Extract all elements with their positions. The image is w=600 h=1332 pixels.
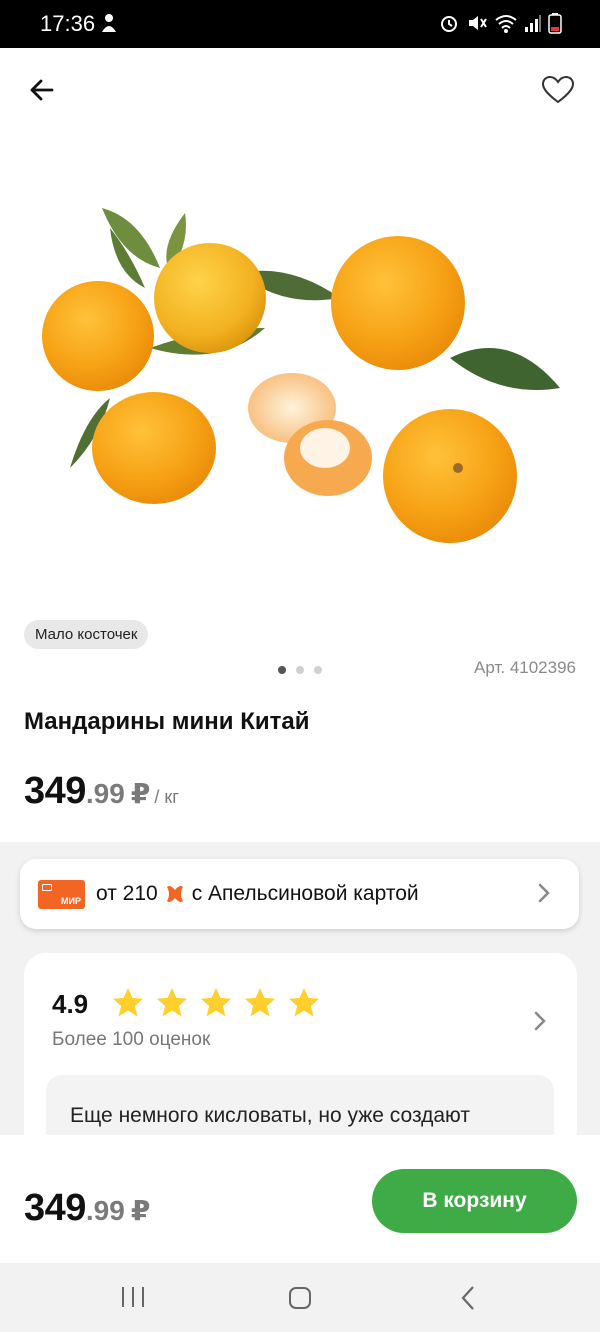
wifi-icon (495, 15, 517, 33)
price-unit: / кг (154, 787, 179, 807)
star-icon (289, 988, 319, 1017)
sku: Арт. 4102396 (474, 658, 576, 677)
price-integer: 349 (24, 770, 86, 812)
offer-suffix: с Апельсиновой картой (191, 882, 419, 905)
tag-chip: Мало косточек (24, 620, 149, 649)
system-nav-bar (0, 1263, 600, 1332)
bottom-price-decimal: .99 (85, 1195, 125, 1226)
bottom-price-currency: ₽ (130, 1195, 151, 1226)
rating-card[interactable]: 4.9 Более 100 оценок Еще немного кислова… (24, 953, 577, 1165)
price-currency: ₽ (130, 778, 151, 809)
arrow-left-icon (30, 79, 54, 101)
mute-icon (469, 16, 487, 30)
card-offer[interactable]: МИР от 210 с Апельсиновой картой (20, 859, 579, 929)
chevron-right-icon (534, 1011, 546, 1031)
back-nav-icon[interactable] (460, 1285, 476, 1316)
price: 349 .99 ₽ / кг (24, 770, 179, 813)
signal-icon (525, 15, 541, 32)
recents-icon[interactable] (120, 1286, 146, 1313)
bottom-price: 349 .99 ₽ (24, 1187, 150, 1230)
star-icon (201, 988, 231, 1017)
alarm-icon (441, 16, 457, 32)
orange-x-icon (166, 886, 183, 902)
rating-stars (110, 985, 322, 1021)
mir-card-icon: МИР (38, 880, 85, 909)
star-icon (157, 988, 187, 1017)
rating-value: 4.9 (52, 989, 89, 1019)
product-image[interactable] (30, 178, 570, 548)
carousel-dot[interactable] (296, 666, 304, 674)
status-time: 17:36 (40, 11, 96, 36)
bottom-price-integer: 349 (24, 1187, 86, 1229)
heart-outline-icon (541, 75, 575, 104)
offer-text: от 210 с Апельсиновой картой (96, 882, 419, 906)
battery-icon (548, 13, 562, 34)
rating-count: Более 100 оценок (52, 1029, 211, 1050)
back-button[interactable] (22, 70, 62, 110)
bottom-bar: 349 .99 ₽ В корзину (0, 1135, 600, 1263)
star-icon (113, 988, 143, 1017)
carousel-dot-active[interactable] (278, 666, 286, 674)
review-text: Еще немного кисловаты, но уже создают (70, 1104, 470, 1127)
product-title: Мандарины мини Китай (24, 708, 310, 735)
price-decimal: .99 (85, 778, 125, 809)
status-bar: 17:36 (0, 0, 600, 48)
favorite-button[interactable] (538, 70, 578, 110)
add-to-cart-button[interactable]: В корзину (372, 1169, 577, 1233)
product-area: Мало косточек Арт. 4102396 Мандарины мин… (0, 48, 600, 842)
home-icon[interactable] (288, 1286, 312, 1315)
status-icons (438, 12, 562, 34)
person-icon (100, 12, 118, 39)
offer-prefix: от 210 (96, 882, 158, 905)
chevron-right-icon (538, 883, 550, 903)
carousel-dots[interactable] (278, 666, 322, 674)
star-icon (245, 988, 275, 1017)
carousel-dot[interactable] (314, 666, 322, 674)
